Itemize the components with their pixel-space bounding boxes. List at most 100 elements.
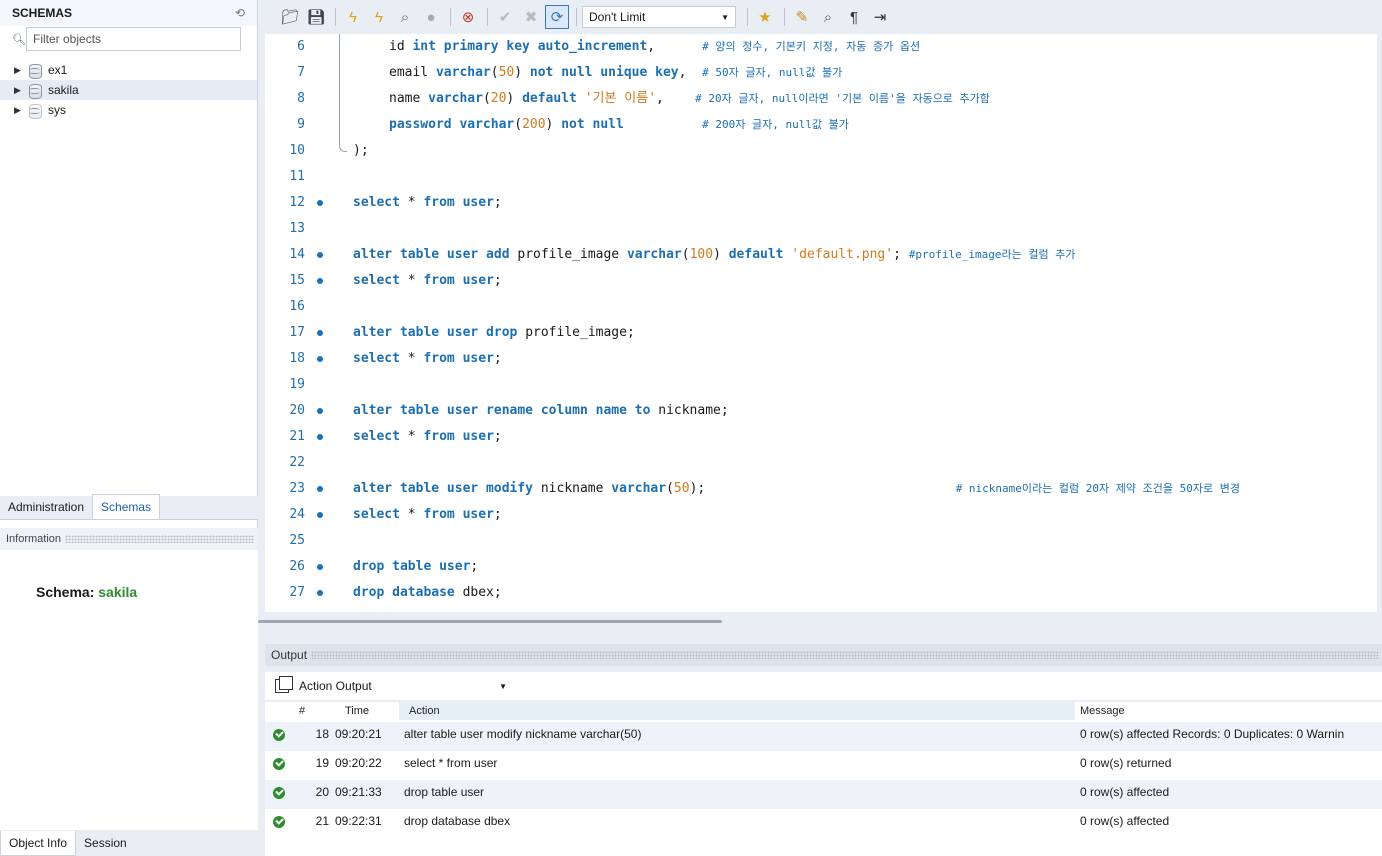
code-line[interactable]: 13 — [265, 216, 1377, 242]
code-line[interactable]: 26 drop table user; — [265, 554, 1377, 580]
column-header-num[interactable]: # — [287, 702, 337, 720]
statement-marker-icon — [317, 590, 323, 596]
code-line[interactable]: 24 select * from user; — [265, 502, 1377, 528]
expand-arrow-icon[interactable]: ▶ — [14, 105, 26, 116]
bookmark-icon[interactable]: ★ — [753, 5, 777, 29]
code-token: name — [389, 91, 429, 106]
code-token: ) — [506, 91, 523, 106]
beautify-icon[interactable]: ✎ — [790, 5, 814, 29]
success-check-icon — [273, 787, 285, 799]
stop-icon[interactable]: ● — [419, 5, 443, 29]
error-toggle-icon[interactable]: ⊗ — [456, 5, 480, 29]
wrap-icon[interactable]: ⇥ — [868, 5, 892, 29]
invisible-chars-icon[interactable]: ¶ — [842, 5, 866, 29]
code-token: * — [399, 507, 424, 522]
tab-administration[interactable]: Administration — [0, 495, 92, 519]
code-line[interactable]: 21 select * from user; — [265, 424, 1377, 450]
database-icon — [28, 83, 42, 99]
output-row[interactable]: 18 09:20:21 alter table user modify nickna… — [265, 722, 1382, 751]
code-line[interactable]: 10); — [265, 138, 1377, 164]
code-line[interactable]: 23 alter table user modify nickname varch… — [265, 476, 1377, 502]
code-text: drop database dbex; — [353, 580, 502, 606]
divider-grip[interactable] — [311, 651, 1378, 659]
schema-item-ex1[interactable]: ▶ ex1 — [0, 60, 257, 80]
copy-icon[interactable] — [275, 676, 293, 693]
schema-name: sakila — [48, 83, 79, 97]
code-token: # 양의 정수, 기본키 지정, 자동 증가 옵션 — [702, 40, 921, 53]
code-token: from user — [423, 195, 494, 210]
tab-session[interactable]: Session — [76, 831, 135, 855]
code-token: id — [389, 39, 413, 54]
code-line[interactable]: 18 select * from user; — [265, 346, 1377, 372]
output-cell-num: 19 — [315, 756, 329, 770]
divider-grip[interactable] — [65, 535, 254, 543]
code-line[interactable]: 8 name varchar(20) default '기본 이름', # 20자… — [265, 86, 1377, 112]
open-folder-icon[interactable]: 📁︎ — [278, 5, 302, 29]
code-token: alter table user rename column name to — [353, 403, 651, 418]
output-row[interactable]: 21 09:22:31 drop database dbex 0 row(s) aff… — [265, 809, 1382, 838]
sql-editor[interactable]: 6 id int primary key auto_increment, # 양의… — [265, 34, 1377, 612]
output-cell-num: 20 — [315, 785, 329, 799]
explain-icon[interactable]: ⌕ — [393, 5, 417, 29]
code-line[interactable]: 17 alter table user drop profile_image; — [265, 320, 1377, 346]
code-line[interactable]: 25 — [265, 528, 1377, 554]
commit-icon[interactable]: ✔ — [493, 5, 517, 29]
execute-statement-icon[interactable]: ϟ — [367, 5, 391, 29]
code-line[interactable]: 9 password varchar(200) not null # 200자 글… — [265, 112, 1377, 138]
output-mode-select[interactable]: Action Output ▼ — [299, 675, 513, 697]
output-cell-time: 09:22:31 — [335, 814, 382, 828]
expand-arrow-icon[interactable]: ▶ — [14, 85, 26, 96]
code-token: ( — [482, 91, 491, 106]
column-header-time[interactable]: Time — [337, 702, 399, 720]
code-text: drop table user; — [353, 554, 478, 580]
code-line[interactable]: 19 — [265, 372, 1377, 398]
horizontal-scrollbar[interactable] — [258, 620, 722, 623]
code-token: select — [353, 429, 400, 444]
code-token: select — [353, 507, 400, 522]
execute-icon[interactable]: ϟ — [341, 5, 365, 29]
code-token: ); — [689, 481, 956, 496]
filter-objects-input[interactable] — [26, 27, 241, 51]
code-line[interactable]: 20 alter table user rename column name to… — [265, 398, 1377, 424]
schema-label-key: Schema: — [36, 584, 95, 600]
code-text: select * from user; — [353, 190, 502, 216]
find-icon[interactable]: ⌕ — [816, 5, 840, 29]
output-row[interactable]: 19 09:20:22 select * from user 0 row(s) ret… — [265, 751, 1382, 780]
code-line[interactable]: 16 — [265, 294, 1377, 320]
rollback-icon[interactable]: ✖ — [519, 5, 543, 29]
line-number: 6 — [297, 39, 305, 54]
code-token: * — [399, 273, 424, 288]
column-header-message[interactable]: Message — [1080, 702, 1380, 720]
code-token: varchar — [611, 481, 667, 496]
toolbar-separator — [487, 8, 488, 26]
autocommit-icon[interactable]: ⟳ — [545, 5, 569, 29]
tab-object-info[interactable]: Object Info — [0, 830, 77, 856]
code-line[interactable]: 6 id int primary key auto_increment, # 양의… — [265, 34, 1377, 60]
expand-arrow-icon[interactable]: ▶ — [14, 65, 26, 76]
code-line[interactable]: 27 drop database dbex; — [265, 580, 1377, 606]
code-line[interactable]: 7 email varchar(50) not null unique key, … — [265, 60, 1377, 86]
save-icon[interactable]: 💾︎ — [304, 5, 328, 29]
code-line[interactable]: 12 select * from user; — [265, 190, 1377, 216]
code-token: * — [399, 351, 424, 366]
code-token: drop table user — [353, 559, 471, 574]
refresh-icon[interactable]: ⟲ — [235, 6, 245, 20]
output-cell-message: 0 row(s) affected Records: 0 Duplicates:… — [1080, 727, 1345, 741]
limit-rows-select[interactable]: Don't Limit ▼ — [582, 6, 736, 28]
code-line[interactable]: 22 — [265, 450, 1377, 476]
line-number: 13 — [289, 221, 305, 236]
schema-item-sys[interactable]: ▶ sys — [0, 100, 257, 120]
code-line[interactable]: 11 — [265, 164, 1377, 190]
column-header-action[interactable]: Action — [399, 702, 1075, 720]
output-cell-time: 09:21:33 — [335, 785, 382, 799]
schema-item-sakila[interactable]: ▶ sakila — [0, 80, 257, 100]
code-text: password varchar(200) not null # 200자 글자… — [389, 112, 849, 138]
code-token: # 20자 글자, null이라면 '기본 이름'을 자동으로 추가함 — [695, 92, 990, 105]
information-title: Information — [6, 533, 62, 545]
line-number: 17 — [289, 325, 305, 340]
output-row[interactable]: 20 09:21:33 drop table user 0 row(s) affect… — [265, 780, 1382, 809]
code-line[interactable]: 14 alter table user add profile_image var… — [265, 242, 1377, 268]
code-line[interactable]: 15 select * from user; — [265, 268, 1377, 294]
line-number: 16 — [289, 299, 305, 314]
tab-schemas[interactable]: Schemas — [92, 494, 161, 519]
